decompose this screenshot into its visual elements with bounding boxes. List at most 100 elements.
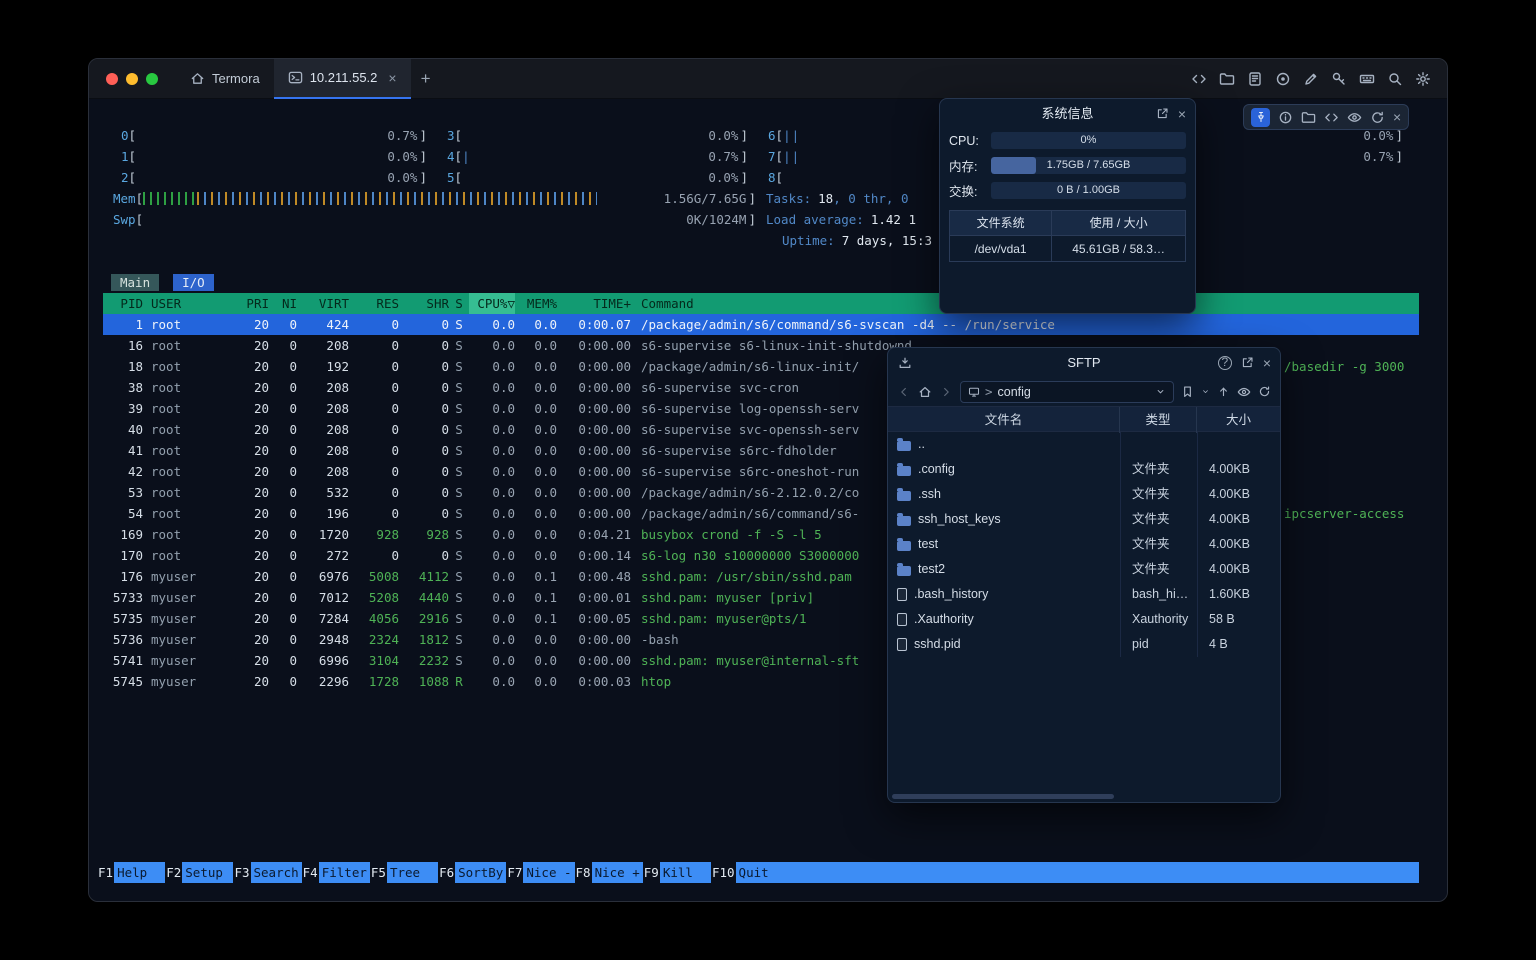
open-in-window-icon[interactable] bbox=[1156, 107, 1169, 120]
settings-gear-icon[interactable] bbox=[1415, 71, 1431, 87]
open-in-window-icon[interactable] bbox=[1241, 356, 1254, 369]
code-icon[interactable] bbox=[1324, 110, 1339, 125]
sftp-col-filename[interactable]: 文件名 bbox=[888, 407, 1120, 433]
file-size: 1.60KB bbox=[1197, 582, 1280, 607]
zoom-window-button[interactable] bbox=[146, 73, 158, 85]
col-pid[interactable]: PID bbox=[103, 293, 143, 314]
record-icon[interactable] bbox=[1275, 71, 1291, 87]
tab-home[interactable]: Termora bbox=[176, 59, 274, 99]
function-key[interactable]: F9Kill bbox=[643, 862, 711, 883]
pin-icon bbox=[1255, 111, 1267, 123]
download-icon[interactable] bbox=[898, 356, 912, 370]
function-key[interactable]: F8Nice + bbox=[575, 862, 643, 883]
home-icon[interactable] bbox=[918, 385, 932, 399]
refresh-icon[interactable] bbox=[1258, 385, 1271, 398]
show-hidden-eye-icon[interactable] bbox=[1237, 385, 1251, 399]
file-row[interactable]: ssh_host_keys 文件夹 4.00KB bbox=[888, 507, 1280, 532]
col-pri[interactable]: PRI bbox=[235, 293, 269, 314]
cell-pid: 5733 bbox=[103, 587, 143, 608]
process-row[interactable]: 1 root 20 0 424 0 0 S 0.0 0.0 0:00.07 /p… bbox=[103, 314, 1419, 335]
cell-pri: 20 bbox=[235, 587, 269, 608]
cell-pid: 5735 bbox=[103, 608, 143, 629]
cell-user: myuser bbox=[143, 566, 235, 587]
cell-virt: 1720 bbox=[297, 524, 349, 545]
close-sftp-icon[interactable]: × bbox=[1263, 356, 1271, 370]
close-window-button[interactable] bbox=[106, 73, 118, 85]
eye-icon[interactable] bbox=[1347, 110, 1362, 125]
minimize-window-button[interactable] bbox=[126, 73, 138, 85]
filesystem-row[interactable]: /dev/vda1 45.61GB / 58.3… bbox=[950, 235, 1185, 261]
htop-tab-io[interactable]: I/O bbox=[173, 274, 214, 291]
function-key[interactable]: F7Nice - bbox=[506, 862, 574, 883]
function-key[interactable]: F10Quit bbox=[711, 862, 787, 883]
close-panel-icon[interactable]: × bbox=[1178, 107, 1186, 121]
cell-pid: 1 bbox=[103, 314, 143, 335]
col-virt[interactable]: VIRT bbox=[297, 293, 349, 314]
tab-session[interactable]: 10.211.55.2 × bbox=[274, 59, 411, 99]
file-row[interactable]: .config 文件夹 4.00KB bbox=[888, 457, 1280, 482]
cell-res: 0 bbox=[349, 335, 399, 356]
col-time[interactable]: TIME+ bbox=[557, 293, 631, 314]
cell-time: 0:00.00 bbox=[557, 650, 631, 671]
sftp-col-size[interactable]: 大小 bbox=[1197, 407, 1280, 433]
function-key[interactable]: F3Search bbox=[233, 862, 301, 883]
cell-time: 0:00.00 bbox=[557, 419, 631, 440]
cell-cpu: 0.0 bbox=[469, 566, 515, 587]
chevron-down-icon[interactable] bbox=[1155, 386, 1166, 397]
upload-icon[interactable] bbox=[1217, 385, 1230, 398]
function-key-label: Search bbox=[251, 862, 302, 883]
key-icon[interactable] bbox=[1331, 71, 1347, 87]
file-row[interactable]: sshd.pid pid 4 B bbox=[888, 632, 1280, 657]
cell-virt: 532 bbox=[297, 482, 349, 503]
col-cpu-sort[interactable]: CPU%▽ bbox=[469, 293, 515, 314]
cell-ni: 0 bbox=[269, 503, 297, 524]
path-breadcrumb[interactable]: > config bbox=[960, 381, 1174, 403]
file-row[interactable]: .Xauthority Xauthority 58 B bbox=[888, 607, 1280, 632]
forward-icon[interactable] bbox=[939, 385, 953, 399]
swap-meter: Swp[0K/1024M] bbox=[113, 212, 756, 227]
refresh-icon[interactable] bbox=[1370, 110, 1385, 125]
col-state[interactable]: S bbox=[449, 293, 469, 314]
col-mem[interactable]: MEM% bbox=[515, 293, 557, 314]
htop-tab-main[interactable]: Main bbox=[111, 274, 159, 291]
search-icon[interactable] bbox=[1387, 71, 1403, 87]
tab-close-icon[interactable]: × bbox=[388, 70, 396, 86]
col-res[interactable]: RES bbox=[349, 293, 399, 314]
folder-icon[interactable] bbox=[1219, 71, 1235, 87]
function-key[interactable]: F6SortBy bbox=[438, 862, 506, 883]
close-toolbar-icon[interactable]: × bbox=[1393, 110, 1401, 124]
edit-icon[interactable] bbox=[1303, 71, 1319, 87]
folder-icon[interactable] bbox=[1301, 110, 1316, 125]
fs-device: /dev/vda1 bbox=[950, 236, 1052, 261]
cell-ni: 0 bbox=[269, 398, 297, 419]
help-icon[interactable]: ? bbox=[1218, 356, 1232, 370]
file-row[interactable]: test2 文件夹 4.00KB bbox=[888, 557, 1280, 582]
cell-shr: 0 bbox=[399, 335, 449, 356]
back-icon[interactable] bbox=[897, 385, 911, 399]
cell-res: 2324 bbox=[349, 629, 399, 650]
file-row[interactable]: .. bbox=[888, 432, 1280, 457]
file-row[interactable]: test 文件夹 4.00KB bbox=[888, 532, 1280, 557]
col-shr[interactable]: SHR bbox=[399, 293, 449, 314]
log-icon[interactable] bbox=[1247, 71, 1263, 87]
sftp-col-type[interactable]: 类型 bbox=[1120, 407, 1197, 433]
file-row[interactable]: .bash_history bash_hi… 1.60KB bbox=[888, 582, 1280, 607]
function-key[interactable]: F4Filter bbox=[302, 862, 370, 883]
fs-usage: 45.61GB / 58.3… bbox=[1052, 236, 1185, 261]
function-key[interactable]: F2Setup bbox=[165, 862, 233, 883]
info-icon[interactable] bbox=[1278, 110, 1293, 125]
col-user[interactable]: USER bbox=[143, 293, 235, 314]
col-ni[interactable]: NI bbox=[269, 293, 297, 314]
bookmark-chevron-icon[interactable] bbox=[1201, 387, 1210, 396]
bookmark-icon[interactable] bbox=[1181, 385, 1194, 398]
keyboard-icon[interactable] bbox=[1359, 71, 1375, 87]
code-icon[interactable] bbox=[1191, 71, 1207, 87]
cell-shr: 0 bbox=[399, 419, 449, 440]
pin-button[interactable] bbox=[1251, 108, 1270, 127]
htop-meters: 0[0.7%] 3[0.0%] 6[||0.0%] 1[0.0%] 4[|0.7… bbox=[97, 125, 1419, 251]
function-key[interactable]: F1Help bbox=[97, 862, 165, 883]
file-row[interactable]: .ssh 文件夹 4.00KB bbox=[888, 482, 1280, 507]
horizontal-scrollbar[interactable] bbox=[892, 794, 1114, 799]
function-key[interactable]: F5Tree bbox=[370, 862, 438, 883]
new-tab-button[interactable]: + bbox=[411, 69, 441, 89]
